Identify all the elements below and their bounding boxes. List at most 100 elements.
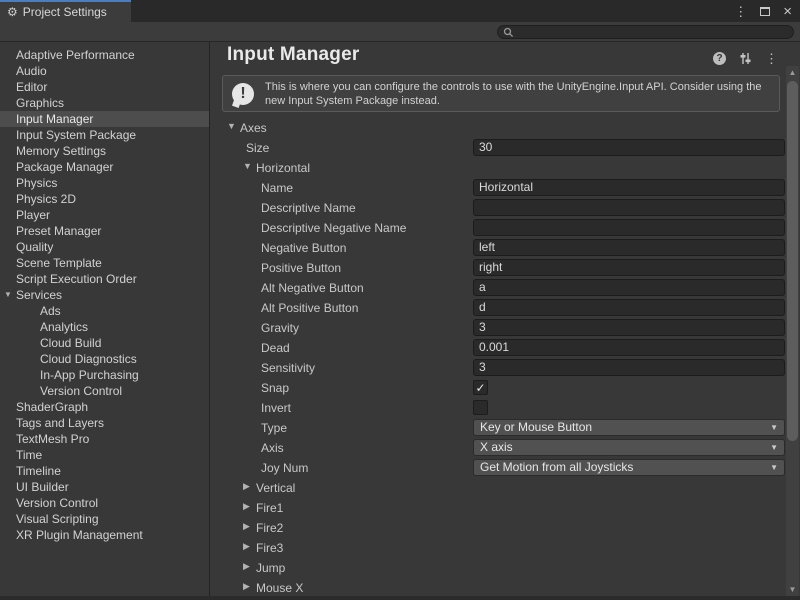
settings-toolbar (0, 22, 800, 42)
foldout-closed-icon[interactable]: ▶ (243, 542, 250, 551)
checkbox-snap[interactable]: ✓ (473, 380, 488, 395)
search-input[interactable] (497, 25, 794, 39)
foldout-closed-icon[interactable]: ▶ (243, 522, 250, 531)
sidebar-item-tags-and-layers[interactable]: Tags and Layers (0, 415, 209, 431)
sidebar-item-timeline[interactable]: Timeline (0, 463, 209, 479)
sidebar-item-label: Player (16, 208, 50, 222)
sidebar-item-label: Services (16, 288, 62, 302)
property-row-descriptive-name: Descriptive Name (211, 198, 787, 218)
sidebar-item-preset-manager[interactable]: Preset Manager (0, 223, 209, 239)
property-row-fire2[interactable]: ▶Fire2 (211, 518, 787, 538)
sidebar-item-label: UI Builder (16, 480, 69, 494)
text-field-descriptive-name[interactable] (473, 199, 785, 216)
property-row-invert: Invert (211, 398, 787, 418)
window-controls: ⋮ × (734, 0, 792, 22)
sidebar-item-xr-plugin-management[interactable]: XR Plugin Management (0, 527, 209, 543)
property-row-fire3[interactable]: ▶Fire3 (211, 538, 787, 558)
sidebar-item-label: In-App Purchasing (40, 368, 139, 382)
dropdown-type[interactable]: Key or Mouse Button▼ (473, 419, 785, 436)
panel-menu-icon[interactable]: ⋮ (765, 52, 778, 65)
sidebar-item-shadergraph[interactable]: ShaderGraph (0, 399, 209, 415)
window-menu-icon[interactable]: ⋮ (734, 5, 747, 18)
sidebar-item-label: Physics 2D (16, 192, 76, 206)
sidebar-item-input-system-package[interactable]: Input System Package (0, 127, 209, 143)
scroll-down-icon[interactable]: ▼ (786, 585, 799, 594)
sidebar-item-version-control[interactable]: Version Control (0, 495, 209, 511)
text-field-alt-positive-button[interactable]: d (473, 299, 785, 316)
panel-header-icons: ? ⋮ (713, 52, 778, 65)
text-field-size[interactable]: 30 (473, 139, 785, 156)
sidebar-item-visual-scripting[interactable]: Visual Scripting (0, 511, 209, 527)
sidebar-item-label: Visual Scripting (16, 512, 99, 526)
sidebar-item-label: Adaptive Performance (16, 48, 135, 62)
close-icon[interactable]: × (783, 4, 792, 19)
dropdown-joy-num[interactable]: Get Motion from all Joysticks▼ (473, 459, 785, 476)
sidebar-item-package-manager[interactable]: Package Manager (0, 159, 209, 175)
vertical-scrollbar[interactable]: ▲ ▼ (786, 66, 799, 596)
sidebar-item-time[interactable]: Time (0, 447, 209, 463)
maximize-icon[interactable] (760, 7, 770, 16)
sidebar-item-adaptive-performance[interactable]: Adaptive Performance (0, 47, 209, 63)
sidebar-item-script-execution-order[interactable]: Script Execution Order (0, 271, 209, 287)
sidebar-item-physics[interactable]: Physics (0, 175, 209, 191)
sidebar-item-graphics[interactable]: Graphics (0, 95, 209, 111)
text-field-negative-button[interactable]: left (473, 239, 785, 256)
sidebar-item-label: Scene Template (16, 256, 102, 270)
text-field-positive-button[interactable]: right (473, 259, 785, 276)
dropdown-axis[interactable]: X axis ▼ (473, 439, 785, 456)
sidebar-item-quality[interactable]: Quality (0, 239, 209, 255)
foldout-closed-icon[interactable]: ▶ (243, 582, 250, 591)
foldout-open-icon[interactable]: ▼ (227, 122, 236, 131)
sidebar-item-label: Input Manager (16, 112, 93, 126)
sidebar-item-memory-settings[interactable]: Memory Settings (0, 143, 209, 159)
sidebar-item-editor[interactable]: Editor (0, 79, 209, 95)
foldout-closed-icon[interactable]: ▶ (243, 562, 250, 571)
foldout-open-icon[interactable]: ▼ (4, 287, 12, 303)
help-icon[interactable]: ? (713, 52, 726, 65)
text-field-name[interactable]: Horizontal (473, 179, 785, 196)
text-field-descriptive-negative-name[interactable] (473, 219, 785, 236)
property-row-jump[interactable]: ▶Jump (211, 558, 787, 578)
sidebar-item-label: Graphics (16, 96, 64, 110)
property-row-horizontal[interactable]: ▼Horizontal (211, 158, 787, 178)
sidebar-item-label: TextMesh Pro (16, 432, 89, 446)
property-label: Vertical (256, 481, 295, 495)
foldout-closed-icon[interactable]: ▶ (243, 482, 250, 491)
property-row-sensitivity: Sensitivity3 (211, 358, 787, 378)
search-icon (503, 27, 514, 38)
text-field-dead[interactable]: 0.001 (473, 339, 785, 356)
tab-project-settings[interactable]: ⚙ Project Settings (0, 0, 131, 22)
scroll-up-icon[interactable]: ▲ (786, 68, 799, 77)
sidebar-item-player[interactable]: Player (0, 207, 209, 223)
sidebar-item-cloud-diagnostics[interactable]: Cloud Diagnostics (0, 351, 209, 367)
sidebar-item-input-manager[interactable]: Input Manager (0, 111, 209, 127)
property-row-snap: Snap✓ (211, 378, 787, 398)
sidebar-item-scene-template[interactable]: Scene Template (0, 255, 209, 271)
property-row-mouse-x[interactable]: ▶Mouse X (211, 578, 787, 598)
text-field-gravity[interactable]: 3 (473, 319, 785, 336)
sidebar-item-textmesh-pro[interactable]: TextMesh Pro (0, 431, 209, 447)
foldout-closed-icon[interactable]: ▶ (243, 502, 250, 511)
sidebar-item-audio[interactable]: Audio (0, 63, 209, 79)
checkbox-invert[interactable] (473, 400, 488, 415)
dropdown-value: X axis (480, 440, 513, 455)
sidebar-item-cloud-build[interactable]: Cloud Build (0, 335, 209, 351)
sidebar-item-physics-2d[interactable]: Physics 2D (0, 191, 209, 207)
sidebar-item-ads[interactable]: Ads (0, 303, 209, 319)
sidebar-item-in-app-purchasing[interactable]: In-App Purchasing (0, 367, 209, 383)
sidebar-item-ui-builder[interactable]: UI Builder (0, 479, 209, 495)
sidebar-item-version-control[interactable]: Version Control (0, 383, 209, 399)
property-row-vertical[interactable]: ▶ Vertical (211, 478, 787, 498)
property-row-fire1[interactable]: ▶Fire1 (211, 498, 787, 518)
sidebar-item-label: Version Control (16, 496, 98, 510)
chevron-down-icon: ▼ (770, 440, 778, 455)
sidebar-item-services[interactable]: ▼ Services (0, 287, 209, 303)
scrollbar-thumb[interactable] (787, 81, 798, 441)
presets-icon[interactable] (739, 52, 752, 65)
foldout-open-icon[interactable]: ▼ (243, 162, 252, 171)
text-field-alt-negative-button[interactable]: a (473, 279, 785, 296)
property-row-axes[interactable]: ▼Axes (211, 118, 787, 138)
chevron-down-icon: ▼ (770, 420, 778, 435)
text-field-sensitivity[interactable]: 3 (473, 359, 785, 376)
sidebar-item-analytics[interactable]: Analytics (0, 319, 209, 335)
